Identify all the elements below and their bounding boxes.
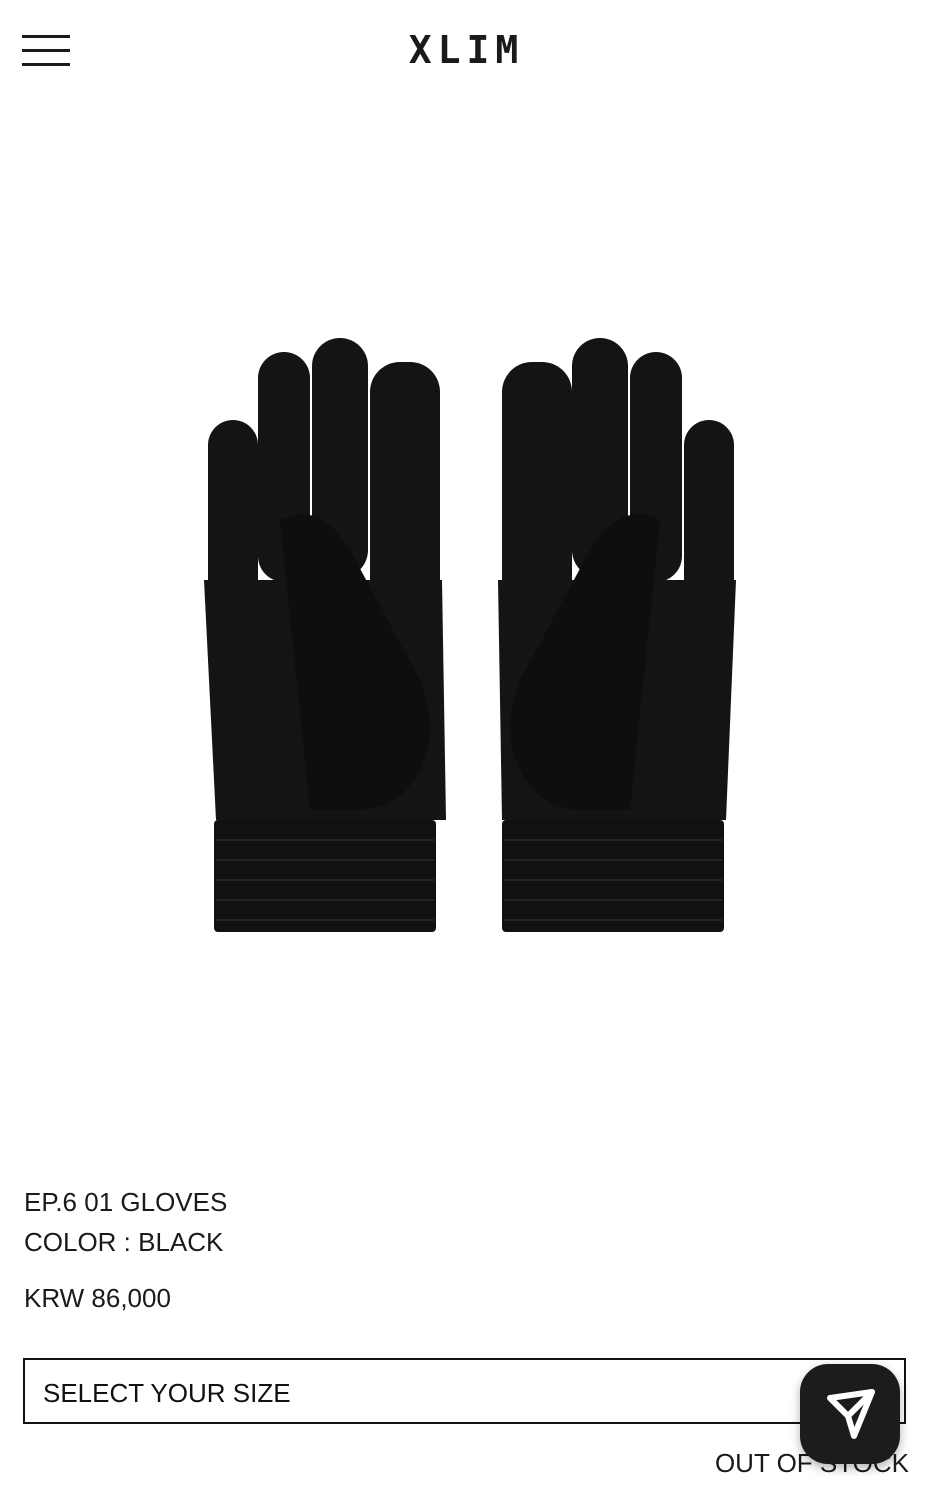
- product-image-gloves: [204, 338, 736, 932]
- right-glove: [498, 338, 736, 932]
- size-select-dropdown[interactable]: SELECT YOUR SIZE: [23, 1358, 906, 1424]
- product-info: EP.6 01 GLOVES COLOR : BLACK KRW 86,000: [24, 1182, 227, 1318]
- site-logo[interactable]: XLIM: [0, 28, 933, 72]
- size-select-label: SELECT YOUR SIZE: [43, 1378, 291, 1408]
- product-price: KRW 86,000: [24, 1283, 171, 1313]
- product-color: COLOR : BLACK: [24, 1227, 224, 1257]
- site-header: XLIM: [0, 0, 933, 110]
- product-name: EP.6 01 GLOVES: [24, 1187, 228, 1217]
- left-glove: [204, 338, 446, 932]
- share-button[interactable]: [800, 1364, 900, 1464]
- paper-plane-icon: [827, 1389, 875, 1439]
